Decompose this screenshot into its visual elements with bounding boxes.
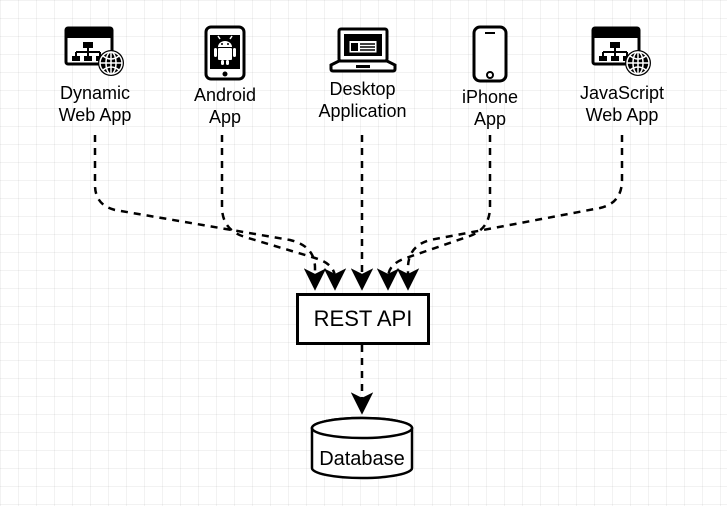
laptop-icon: [327, 25, 399, 75]
client-label-line2: App: [474, 109, 506, 129]
client-desktop-application: Desktop Application: [300, 25, 425, 122]
client-javascript-web-app: JavaScript Web App: [558, 25, 686, 126]
client-label-line1: iPhone: [462, 87, 518, 107]
rest-api-box: REST API: [296, 293, 430, 345]
client-label-line1: Android: [194, 85, 256, 105]
client-label-line1: Dynamic: [60, 83, 130, 103]
client-label-line2: Application: [318, 101, 406, 121]
iphone-icon: [470, 25, 510, 83]
rest-api-label: REST API: [314, 306, 413, 332]
client-label-line2: Web App: [586, 105, 659, 125]
android-phone-icon: [203, 25, 247, 81]
client-label-line1: Desktop: [329, 79, 395, 99]
client-iphone-app: iPhone App: [445, 25, 535, 130]
client-android-app: Android App: [175, 25, 275, 128]
client-label-line2: Web App: [59, 105, 132, 125]
browser-globe-icon: [590, 25, 654, 79]
database-label: Database: [307, 448, 417, 471]
client-dynamic-web-app: Dynamic Web App: [35, 25, 155, 126]
client-label-line1: JavaScript: [580, 83, 664, 103]
client-label-line2: App: [209, 107, 241, 127]
browser-globe-icon: [63, 25, 127, 79]
architecture-diagram: Dynamic Web App Android App: [0, 0, 727, 506]
